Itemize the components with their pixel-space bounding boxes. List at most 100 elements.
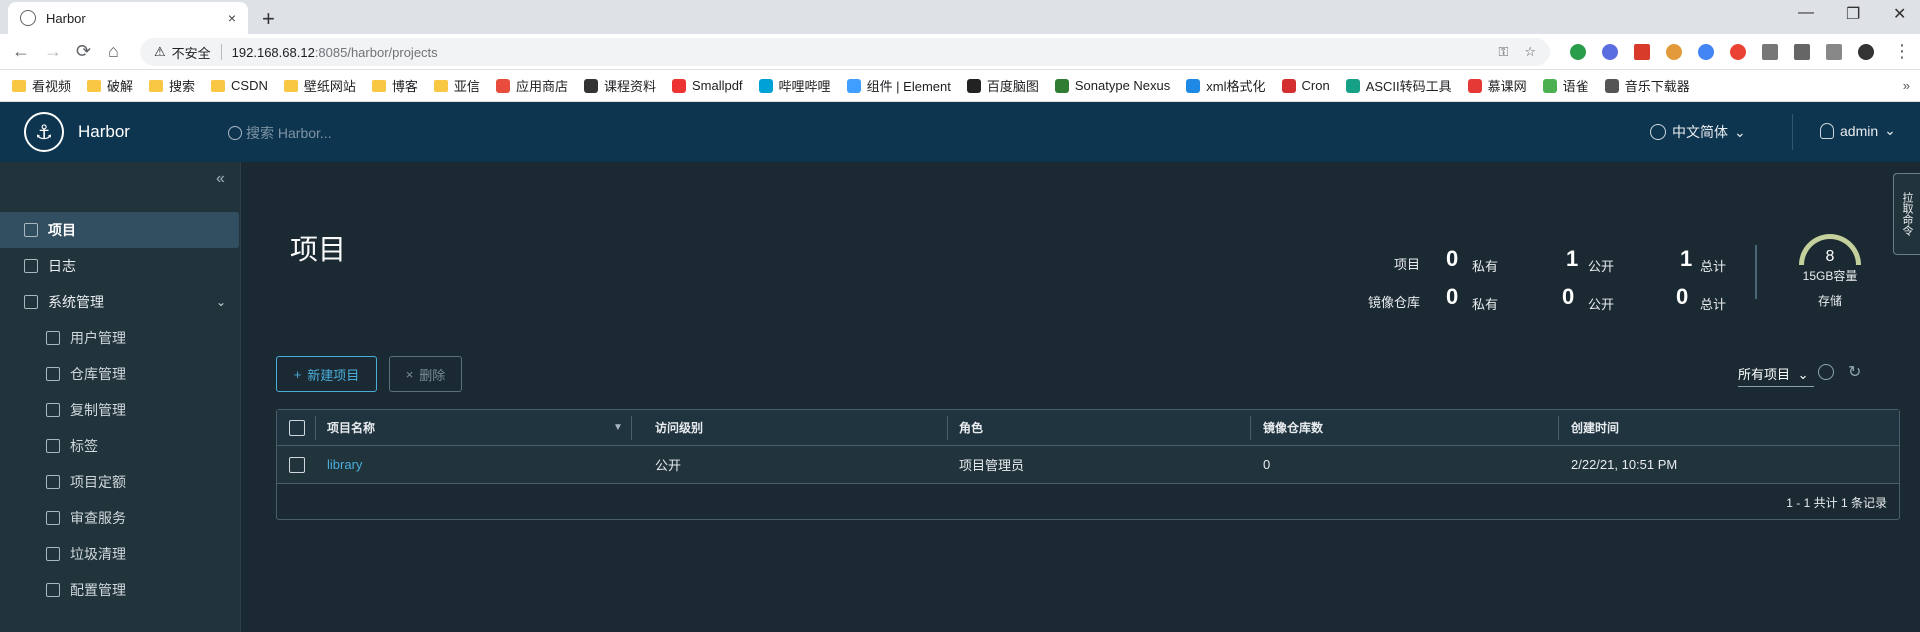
key-icon[interactable]: ⚿ bbox=[1498, 44, 1508, 60]
column-header[interactable]: 镜像仓库数 bbox=[1263, 410, 1323, 445]
global-search[interactable]: 搜索 Harbor... bbox=[228, 123, 332, 143]
sidebar-item-users[interactable]: 用户管理 bbox=[0, 320, 240, 356]
shield-icon bbox=[46, 511, 60, 525]
new-project-button[interactable]: + 新建项目 bbox=[276, 356, 377, 392]
row-checkbox[interactable] bbox=[289, 456, 305, 473]
minimize-button[interactable]: — bbox=[1798, 4, 1814, 22]
bookmark-item[interactable]: CSDN bbox=[211, 78, 268, 93]
folder-icon bbox=[211, 79, 226, 92]
side-panel-tab[interactable]: 拉取命令 bbox=[1893, 173, 1920, 255]
bookmark-item[interactable]: 亚信 bbox=[433, 76, 480, 95]
sidebar-item-interrogation[interactable]: 审查服务 bbox=[0, 500, 240, 536]
browser-toolbar: ← → ⟳ ⌂ ⚠ 不安全 192.168.68.12 :8085/harbor… bbox=[0, 34, 1920, 70]
search-icon bbox=[228, 126, 242, 140]
sidebar-item-administration[interactable]: 系统管理 ⌄ bbox=[0, 284, 240, 320]
bookmark-item[interactable]: 百度脑图 bbox=[966, 76, 1039, 95]
reading-list-icon[interactable] bbox=[1826, 44, 1842, 60]
public-label: 公开 bbox=[1588, 259, 1615, 274]
bookmark-favicon-icon bbox=[1604, 78, 1619, 93]
total-label: 总计 bbox=[1700, 259, 1727, 274]
harbor-logo-icon[interactable]: ⚓ bbox=[24, 112, 64, 152]
window-close-button[interactable]: ✕ bbox=[1893, 4, 1906, 24]
extension-icon[interactable] bbox=[1698, 44, 1714, 60]
bookmark-item[interactable]: 博客 bbox=[371, 76, 418, 95]
extension-icon[interactable] bbox=[1570, 44, 1586, 60]
extension-icon[interactable] bbox=[1730, 44, 1746, 60]
extension-icon[interactable] bbox=[1602, 44, 1618, 60]
home-button[interactable]: ⌂ bbox=[108, 41, 119, 62]
browser-tab[interactable]: Harbor × bbox=[8, 2, 248, 34]
search-input[interactable]: 搜索 Harbor... bbox=[246, 123, 332, 143]
language-selector[interactable]: 中文简体 ⌄ bbox=[1650, 122, 1746, 142]
user-menu[interactable]: admin ⌄ bbox=[1820, 122, 1896, 139]
tag-icon bbox=[46, 439, 60, 453]
bookmark-item[interactable]: 看视频 bbox=[12, 76, 71, 95]
bookmark-star-icon[interactable]: ☆ bbox=[1524, 44, 1536, 60]
bookmark-item[interactable]: Cron bbox=[1281, 78, 1330, 93]
bookmark-item[interactable]: 慕课网 bbox=[1467, 76, 1527, 95]
extension-icon[interactable] bbox=[1666, 44, 1682, 60]
bookmark-item[interactable]: 语雀 bbox=[1542, 76, 1589, 95]
bookmark-label: 应用商店 bbox=[515, 79, 568, 94]
sidebar-item-logs[interactable]: 日志 bbox=[0, 248, 240, 284]
projects-public-count: 1 bbox=[1566, 246, 1579, 271]
bookmark-item[interactable]: 哔哩哔哩 bbox=[758, 76, 831, 95]
table-row[interactable]: library 公开 项目管理员 0 2/22/21, 10:51 PM bbox=[277, 446, 1899, 484]
sidebar-item-config[interactable]: 配置管理 bbox=[0, 572, 240, 608]
bookmark-item[interactable]: 应用商店 bbox=[495, 76, 568, 95]
brand-name[interactable]: Harbor bbox=[78, 122, 130, 142]
bookmark-item[interactable]: Smallpdf bbox=[671, 78, 743, 93]
project-name-link[interactable]: library bbox=[327, 446, 362, 483]
bookmarks-more-icon[interactable]: » bbox=[1903, 78, 1910, 93]
bookmark-label: 看视频 bbox=[32, 79, 72, 94]
bookmark-item[interactable]: 音乐下载器 bbox=[1604, 76, 1690, 95]
project-filter-select[interactable]: 所有项目 ⌄ bbox=[1738, 364, 1814, 387]
chevron-down-icon: ⌄ bbox=[215, 295, 226, 309]
new-tab-button[interactable]: + bbox=[262, 6, 275, 32]
bookmark-item[interactable]: 课程资料 bbox=[583, 76, 656, 95]
refresh-icon[interactable]: ↻ bbox=[1848, 362, 1861, 382]
sidebar-item-quotas[interactable]: 项目定额 bbox=[0, 464, 240, 500]
sidebar-item-gc[interactable]: 垃圾清理 bbox=[0, 536, 240, 572]
sidebar-item-registries[interactable]: 仓库管理 bbox=[0, 356, 240, 392]
profile-avatar[interactable] bbox=[1858, 44, 1874, 60]
sidebar-item-projects[interactable]: 项目 bbox=[0, 212, 239, 248]
menu-icon[interactable]: ⋮ bbox=[1893, 41, 1911, 62]
tab-close-icon[interactable]: × bbox=[228, 10, 236, 26]
column-header[interactable]: 创建时间 bbox=[1571, 410, 1619, 445]
forward-button[interactable]: → bbox=[44, 41, 62, 62]
address-bar[interactable]: ⚠ 不安全 192.168.68.12 :8085/harbor/project… bbox=[140, 38, 1550, 66]
browser-tab-bar: Harbor × + — ❐ ✕ bbox=[0, 0, 1920, 34]
sidebar-item-labels[interactable]: 标签 bbox=[0, 428, 240, 464]
delete-button[interactable]: × 删除 bbox=[389, 356, 462, 392]
back-button[interactable]: ← bbox=[12, 41, 30, 62]
puzzle-icon[interactable] bbox=[1794, 44, 1810, 60]
bookmark-item[interactable]: 破解 bbox=[87, 76, 133, 95]
restore-button[interactable]: ❐ bbox=[1846, 4, 1860, 24]
bookmark-item[interactable]: ASCII转码工具 bbox=[1345, 76, 1452, 95]
bookmark-favicon-icon bbox=[846, 78, 861, 93]
collapse-sidebar-icon[interactable]: « bbox=[216, 170, 225, 188]
search-icon[interactable] bbox=[1818, 364, 1834, 380]
bookmark-item[interactable]: 搜索 bbox=[149, 76, 195, 95]
bookmark-label: Sonatype Nexus bbox=[1074, 78, 1171, 93]
filter-icon[interactable]: ▼ bbox=[613, 410, 623, 445]
select-all-checkbox[interactable] bbox=[289, 419, 305, 436]
sidebar-item-replications[interactable]: 复制管理 bbox=[0, 392, 240, 428]
bookmark-item[interactable]: 组件 | Element bbox=[846, 76, 951, 95]
storage-capacity: 15GB容量 bbox=[1802, 269, 1858, 283]
bookmark-label: 百度脑图 bbox=[986, 79, 1039, 94]
extension-icon[interactable] bbox=[1634, 44, 1650, 60]
column-header[interactable]: 角色 bbox=[959, 410, 983, 445]
bookmark-item[interactable]: 壁纸网站 bbox=[283, 76, 356, 95]
sidebar-item-label: 复制管理 bbox=[70, 402, 126, 418]
harbor-favicon-icon bbox=[20, 10, 36, 26]
column-header[interactable]: 项目名称 bbox=[327, 410, 375, 445]
download-icon[interactable] bbox=[1762, 44, 1778, 60]
column-header[interactable]: 访问级别 bbox=[655, 410, 703, 445]
bookmark-item[interactable]: xml格式化 bbox=[1186, 76, 1266, 95]
bookmark-item[interactable]: Sonatype Nexus bbox=[1054, 78, 1171, 93]
bookmark-label: CSDN bbox=[231, 78, 268, 93]
bookmark-label: ASCII转码工具 bbox=[1365, 79, 1452, 94]
reload-button[interactable]: ⟳ bbox=[76, 41, 91, 62]
